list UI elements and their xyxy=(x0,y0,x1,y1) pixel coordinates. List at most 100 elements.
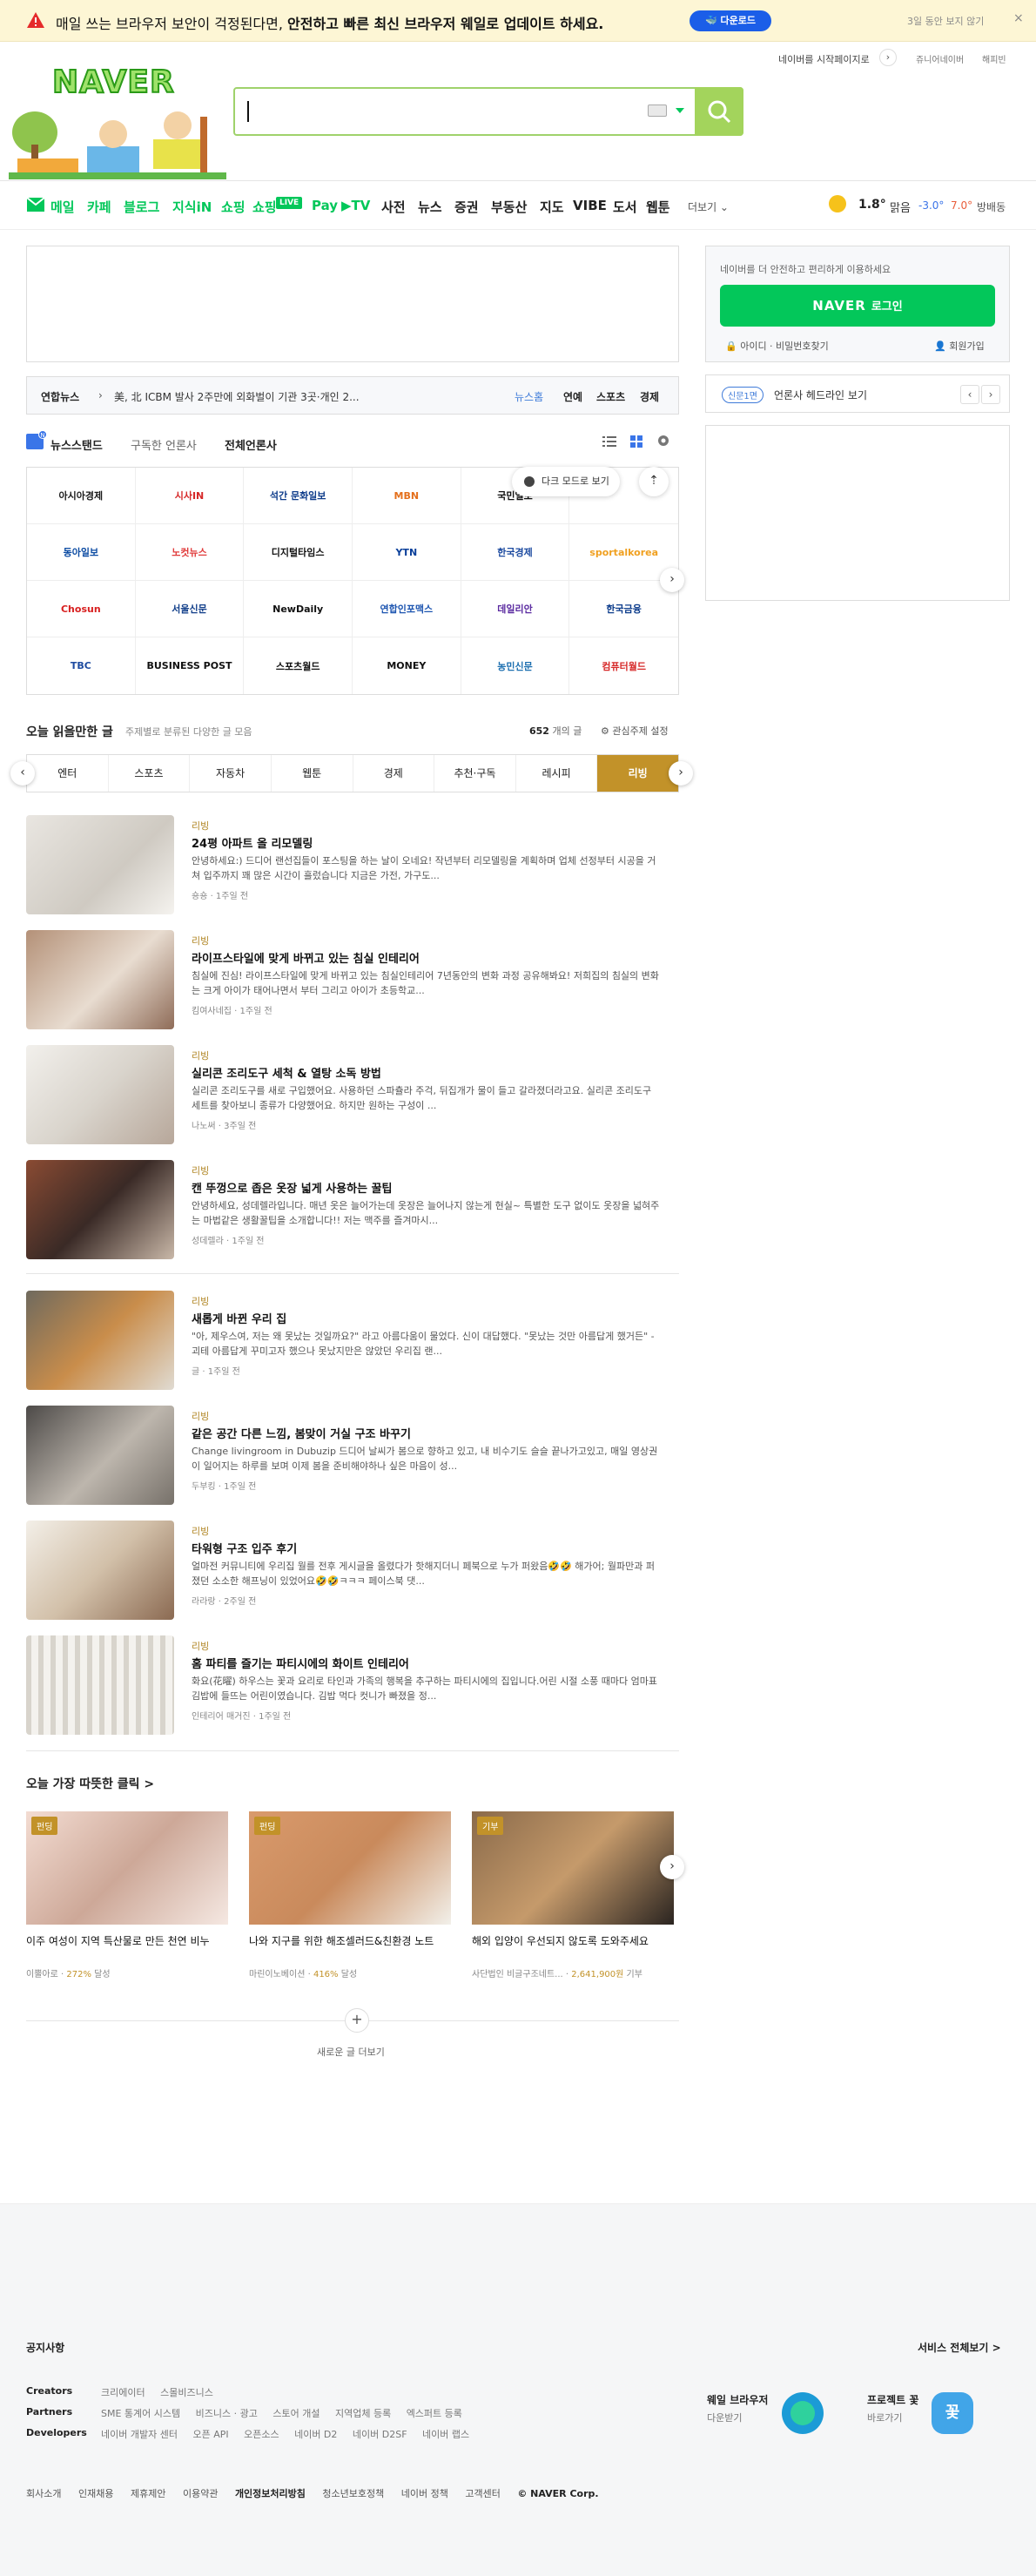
chevron-right-icon[interactable]: › xyxy=(981,385,1000,404)
article-title[interactable]: 실리콘 조리도구 세척 & 열탕 소독 방법 xyxy=(192,1064,381,1081)
tab-car[interactable]: 자동차 xyxy=(190,755,272,792)
article-thumbnail[interactable] xyxy=(26,1406,174,1505)
hide-3days-link[interactable]: 3일 동안 보지 않기 xyxy=(907,14,984,28)
press-logo[interactable]: 석간 문화일보 xyxy=(244,468,353,524)
chevron-left-icon[interactable]: ‹ xyxy=(10,761,35,786)
article-thumbnail[interactable] xyxy=(26,1045,174,1144)
weather-temp[interactable]: 1.8° xyxy=(858,198,886,212)
service-cafe[interactable]: 카페 xyxy=(87,198,111,216)
card-title[interactable]: 이주 여성이 지역 특산물로 만든 천연 비누 xyxy=(26,1933,228,1965)
article-title[interactable]: 홈 파티를 즐기는 파티시에의 화이트 인테리어 xyxy=(192,1655,409,1671)
list-item[interactable]: 리빙 라이프스타일에 맞게 바뀌고 있는 침실 인테리어 침실에 진심! 라이프… xyxy=(26,930,679,1031)
ad-banner[interactable] xyxy=(26,246,679,362)
footer-link[interactable]: 제휴제안 xyxy=(131,2488,165,2499)
interest-settings-button[interactable]: ⚙ 관심주제 설정 xyxy=(601,724,669,738)
donation-card[interactable]: 펀딩 이주 여성이 지역 특산물로 만든 천연 비누 이뿔아로 · 272% 달… xyxy=(26,1811,228,1986)
press-logo[interactable]: 한국경제 xyxy=(461,524,570,581)
article-title[interactable]: 캔 뚜껑으로 좁은 옷장 넓게 사용하는 꿀팁 xyxy=(192,1179,392,1196)
tab-subscribed-press[interactable]: 구독한 언론사 xyxy=(131,436,197,453)
footer-link[interactable]: 네이버 정책 xyxy=(401,2488,448,2499)
service-shopping[interactable]: 쇼핑 xyxy=(221,198,246,216)
donation-card[interactable]: 펀딩 나와 지구를 위한 해조셀러드&친환경 노트 마린이노베이션 · 416%… xyxy=(249,1811,451,1986)
press-logo[interactable]: 동아일보 xyxy=(27,524,136,581)
chevron-right-icon[interactable]: › xyxy=(660,568,684,592)
news-headline[interactable]: 美, 北 ICBM 발사 2주만에 외화벌이 기관 3곳·개인 2... xyxy=(114,389,360,404)
tab-recommend[interactable]: 추천·구독 xyxy=(434,755,516,792)
tab-all-press[interactable]: 전체언론사 xyxy=(225,436,277,453)
press-logo[interactable]: 스포츠월드 xyxy=(244,637,353,694)
chevron-right-icon[interactable]: › xyxy=(879,49,897,66)
article-title[interactable]: 같은 공간 다른 느낌, 봄맞이 거실 구조 바꾸기 xyxy=(192,1425,411,1441)
login-button[interactable]: NAVER 로그인 xyxy=(720,285,995,327)
press-logo[interactable]: 데일리안 xyxy=(461,581,570,637)
signup-link[interactable]: 👤 회원가입 xyxy=(934,339,985,353)
footer-link[interactable]: 오픈소스 xyxy=(244,2429,279,2440)
service-news[interactable]: 뉴스 xyxy=(418,198,442,216)
sports-link[interactable]: 스포츠 xyxy=(596,389,625,404)
list-item[interactable]: 리빙 실리콘 조리도구 세척 & 열탕 소독 방법 실리콘 조리도구를 새로 구… xyxy=(26,1045,679,1146)
service-books[interactable]: 도서 xyxy=(613,198,637,216)
warm-click-title[interactable]: 오늘 가장 따뜻한 클릭 > xyxy=(26,1775,154,1792)
chevron-right-icon[interactable]: › xyxy=(660,1855,684,1879)
press-logo[interactable]: 아시아경제 xyxy=(27,468,136,524)
donation-card[interactable]: 기부 해외 입양이 우선되지 않도록 도와주세요 사단법인 비글구조네트... … xyxy=(472,1811,674,1986)
list-item[interactable]: 리빙 캔 뚜껑으로 좁은 옷장 넓게 사용하는 꿀팁 안녕하세요, 성데렐라입니… xyxy=(26,1160,679,1261)
service-dictionary[interactable]: 사전 xyxy=(381,198,406,216)
service-vibe[interactable]: VIBE xyxy=(573,198,607,213)
search-box[interactable] xyxy=(233,87,743,136)
gear-icon[interactable] xyxy=(656,434,670,448)
newsstand-title[interactable]: 뉴스스탠드 xyxy=(50,436,103,453)
footer-link[interactable]: 개인정보처리방침 xyxy=(235,2488,306,2499)
news-home-link[interactable]: 뉴스홈 xyxy=(515,389,543,404)
close-icon[interactable]: × xyxy=(1013,11,1024,25)
article-thumbnail[interactable] xyxy=(26,1635,174,1735)
article-title[interactable]: 타워형 구조 입주 후기 xyxy=(192,1540,297,1556)
press-logo[interactable]: 한국금융 xyxy=(569,581,678,637)
side-ad[interactable] xyxy=(705,425,1010,601)
list-view-icon[interactable] xyxy=(602,435,616,448)
press-logo[interactable]: 컴퓨터월드 xyxy=(569,637,678,694)
junior-naver-link[interactable]: 쥬니어네이버 xyxy=(916,52,964,65)
tab-webtoon[interactable]: 웹툰 xyxy=(272,755,353,792)
autocomplete-toggle-icon[interactable] xyxy=(676,108,684,113)
press-headline-link[interactable]: 언론사 헤드라인 보기 xyxy=(774,388,867,402)
flower-icon[interactable]: 꽃 xyxy=(932,2392,973,2434)
list-item[interactable]: 리빙 새롭게 바뀐 우리 집 "아, 제우스여, 저는 왜 못났는 것일까요?"… xyxy=(26,1291,679,1392)
service-webtoon[interactable]: 웹툰 xyxy=(646,198,670,216)
chevron-right-icon[interactable]: › xyxy=(669,761,693,786)
set-homepage-link[interactable]: 네이버를 시작페이지로 xyxy=(778,52,870,66)
footer-link[interactable]: SME 통계어 시스템 xyxy=(101,2408,180,2419)
press-logo[interactable]: YTN xyxy=(352,524,461,581)
footer-link[interactable]: 인재채용 xyxy=(78,2488,113,2499)
press-logo[interactable]: NewDaily xyxy=(244,581,353,637)
press-logo[interactable]: Chosun xyxy=(27,581,136,637)
footer-link[interactable]: 엑스퍼트 등록 xyxy=(407,2408,462,2419)
notice-link[interactable]: 공지사항 xyxy=(26,2340,64,2355)
service-map[interactable]: 지도 xyxy=(540,198,564,216)
plus-icon[interactable]: + xyxy=(345,2008,369,2033)
whale-icon[interactable] xyxy=(782,2392,824,2434)
tab-economy[interactable]: 경제 xyxy=(353,755,435,792)
economy-link[interactable]: 경제 xyxy=(640,389,659,404)
footer-link[interactable]: 고객센터 xyxy=(465,2488,500,2499)
footer-link[interactable]: 네이버 랩스 xyxy=(422,2429,469,2440)
footer-link[interactable]: 오픈 API xyxy=(192,2429,228,2440)
article-thumbnail[interactable] xyxy=(26,1160,174,1259)
press-logo[interactable]: 서울신문 xyxy=(135,581,245,637)
service-kin[interactable]: 지식iN xyxy=(172,198,212,216)
footer-link[interactable]: 이용약관 xyxy=(183,2488,218,2499)
press-logo[interactable]: 시사IN xyxy=(135,468,245,524)
article-thumbnail[interactable] xyxy=(26,930,174,1029)
happybean-link[interactable]: 해피빈 xyxy=(982,52,1006,65)
article-thumbnail[interactable] xyxy=(26,1521,174,1620)
press-logo[interactable]: 노컷뉴스 xyxy=(135,524,245,581)
load-more-link[interactable]: 새로운 글 더보기 xyxy=(317,2045,385,2059)
scroll-top-icon[interactable]: ⇡ xyxy=(639,467,669,496)
footer-link[interactable]: 네이버 개발자 센터 xyxy=(101,2429,178,2440)
footer-link[interactable]: 크리에이터 xyxy=(101,2387,145,2398)
entertainment-link[interactable]: 연예 xyxy=(563,389,582,404)
card-title[interactable]: 해외 입양이 우선되지 않도록 도와주세요 xyxy=(472,1933,674,1965)
footer-link[interactable]: 네이버 D2SF xyxy=(353,2429,407,2440)
keyboard-icon[interactable] xyxy=(648,105,667,117)
press-logo[interactable]: MONEY xyxy=(353,637,461,694)
